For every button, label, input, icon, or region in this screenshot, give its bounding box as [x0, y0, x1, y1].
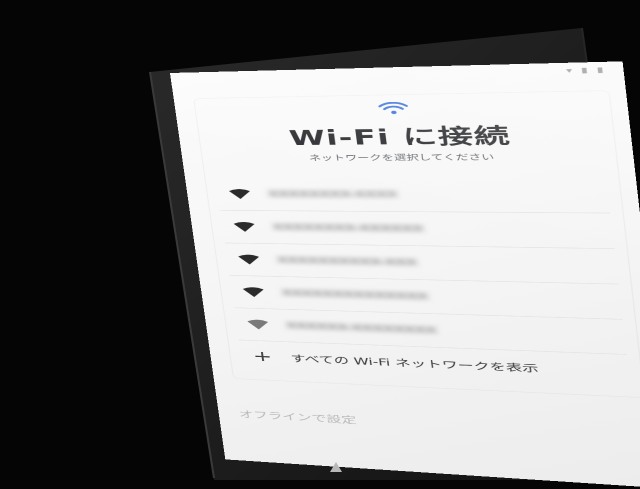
wifi-lock-icon	[233, 221, 256, 232]
status-icons: ▾ ▮ ▮	[565, 66, 607, 76]
network-ssid: XXXXXXXXXXXXXX	[281, 287, 429, 303]
network-ssid: XXXXXXXX-XXXX	[267, 188, 399, 200]
network-list: XXXXXXXX-XXXX XXXXXXXX-XXXXXX XXXXXXXXXX…	[216, 178, 631, 390]
wifi-lock-icon	[228, 188, 251, 199]
see-all-networks-label: すべての Wi-Fi ネットワークを表示	[290, 353, 540, 375]
network-ssid: XXXXXXXXXX-XXX	[276, 254, 418, 269]
network-ssid: XXXXXX-XXXXXXXX	[285, 320, 438, 336]
tablet-screen: ▾ ▮ ▮ Wi-Fi に接続 ネットワークを選択してください XXXXXXXX…	[170, 61, 640, 489]
wifi-setup-card: Wi-Fi に接続 ネットワークを選択してください XXXXXXXX-XXXX …	[194, 91, 640, 397]
network-item[interactable]: XXXXXXXX-XXXX	[216, 178, 610, 213]
offline-setup-link[interactable]: オフラインで設定	[238, 408, 357, 427]
wifi-lock-icon	[243, 287, 264, 298]
wifi-lock-icon	[247, 319, 270, 330]
back-triangle-icon[interactable]	[330, 462, 342, 472]
plus-icon: +	[251, 348, 274, 366]
page-title: Wi-Fi に接続	[287, 124, 512, 151]
network-ssid: XXXXXXXX-XXXXXX	[272, 221, 425, 235]
wifi-lock-icon	[238, 254, 259, 265]
wifi-icon	[378, 102, 409, 115]
page-subtitle: ネットワークを選択してください	[308, 152, 495, 163]
